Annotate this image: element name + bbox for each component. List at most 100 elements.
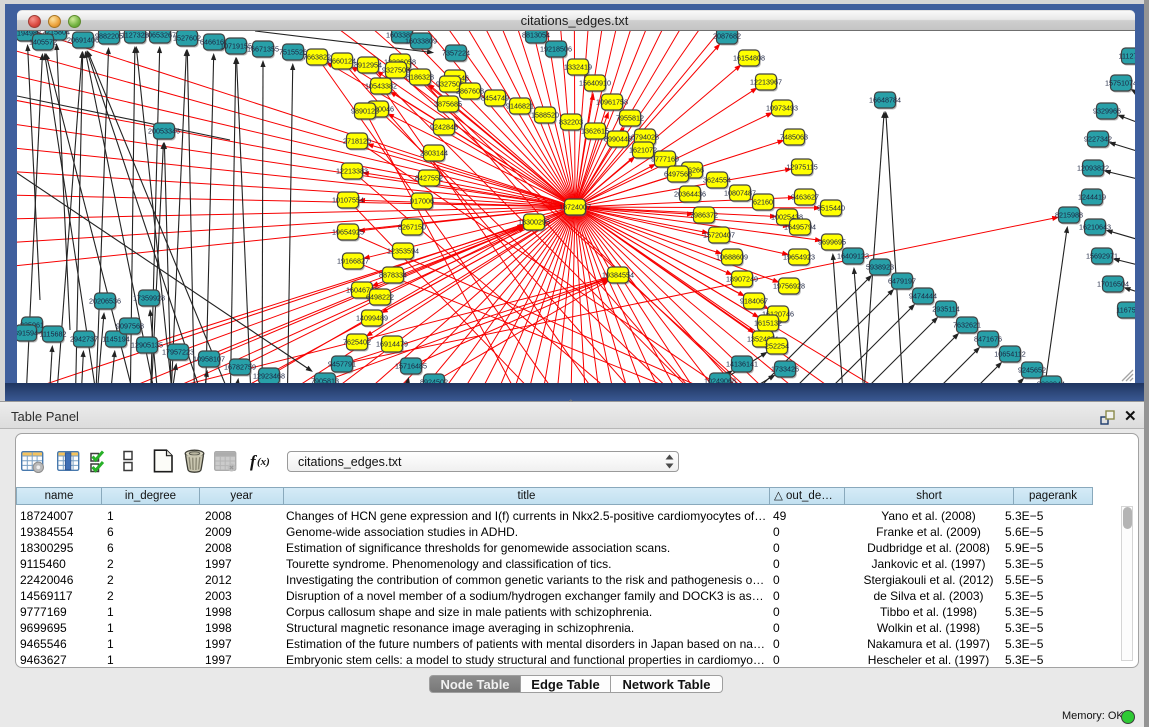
svg-text:16671355: 16671355 [247, 45, 279, 54]
svg-text:1588520: 1588520 [531, 111, 559, 120]
svg-text:20053346: 20053346 [148, 127, 180, 136]
svg-text:12975115: 12975115 [786, 163, 817, 172]
svg-text:7625402: 7625402 [343, 338, 371, 347]
svg-text:1527602: 1527602 [173, 34, 201, 43]
svg-text:8186328: 8186328 [406, 73, 434, 82]
svg-text:9463627: 9463627 [791, 193, 819, 202]
svg-text:9890123: 9890123 [351, 107, 379, 116]
svg-text:20364436: 20364436 [674, 190, 706, 199]
svg-text:6497568: 6497568 [664, 170, 692, 179]
svg-text:19218506: 19218506 [540, 45, 572, 54]
svg-text:2935114: 2935114 [932, 305, 959, 314]
svg-text:17016504: 17016504 [1097, 280, 1129, 289]
svg-text:6498222: 6498222 [366, 293, 394, 302]
svg-text:10653267: 10653267 [144, 31, 176, 40]
svg-text:8878334: 8878334 [379, 271, 407, 280]
svg-text:10654112: 10654112 [994, 350, 1025, 359]
svg-text:9184067: 9184067 [740, 297, 768, 306]
svg-text:1145194: 1145194 [102, 335, 129, 344]
svg-text:10249068: 10249068 [704, 377, 736, 383]
svg-text:2718120: 2718120 [343, 137, 371, 146]
svg-text:1112773: 1112773 [1119, 52, 1135, 61]
svg-text:1405572: 1405572 [29, 38, 57, 47]
svg-text:10543382: 10543382 [365, 82, 397, 91]
svg-text:8215988: 8215988 [1055, 211, 1083, 220]
svg-text:7357224: 7357224 [442, 49, 470, 58]
svg-text:9245652: 9245652 [1018, 366, 1046, 375]
svg-text:10807487: 10807487 [724, 189, 756, 198]
svg-text:1621072: 1621072 [629, 146, 657, 155]
svg-text:3624554: 3624554 [703, 176, 731, 185]
svg-text:9802944: 9802944 [1037, 380, 1065, 383]
svg-text:16782759: 16782759 [224, 363, 256, 372]
svg-text:15692971: 15692971 [1086, 252, 1118, 261]
svg-text:18300295: 18300295 [518, 218, 550, 227]
svg-text:14136141: 14136141 [726, 360, 758, 369]
svg-text:15751074: 15751074 [1105, 79, 1135, 88]
svg-text:1332419: 1332419 [564, 63, 592, 72]
svg-text:8924502: 8924502 [420, 378, 448, 383]
svg-text:19654923: 19654923 [783, 253, 815, 262]
svg-text:1733426: 1733426 [771, 365, 799, 374]
svg-text:9457791: 9457791 [328, 360, 356, 369]
svg-text:16914479: 16914479 [376, 340, 408, 349]
svg-text:6479197: 6479197 [888, 277, 916, 286]
svg-text:14099489: 14099489 [356, 314, 388, 323]
svg-text:15716485: 15716485 [395, 362, 427, 371]
svg-text:16210643: 16210643 [1079, 223, 1111, 232]
svg-text:252254: 252254 [765, 342, 789, 351]
svg-text:16409123: 16409123 [837, 252, 869, 261]
svg-text:9474444: 9474444 [909, 292, 937, 301]
svg-text:9777169: 9777169 [651, 155, 679, 164]
svg-text:1615132: 1615132 [754, 319, 782, 328]
svg-text:7663822: 7663822 [303, 53, 331, 62]
svg-text:5938923: 5938923 [866, 263, 894, 272]
svg-text:18907249: 18907249 [726, 275, 758, 284]
svg-text:3875685: 3875685 [434, 100, 462, 109]
svg-text:16033809: 16033809 [405, 37, 437, 46]
svg-text:10961758: 10961758 [596, 98, 628, 107]
svg-text:12923468: 12923468 [253, 372, 285, 381]
svg-text:9329966: 9329966 [1093, 107, 1121, 116]
svg-text:917006: 917006 [410, 197, 434, 206]
svg-text:7986372: 7986372 [690, 211, 718, 220]
svg-text:2942737: 2942737 [70, 335, 98, 344]
svg-text:17359928: 17359928 [133, 294, 165, 303]
svg-text:9882205: 9882205 [95, 32, 123, 41]
svg-text:2867608: 2867608 [456, 87, 484, 96]
svg-text:10958107: 10958107 [193, 355, 225, 364]
svg-text:7905813: 7905813 [311, 377, 339, 383]
svg-text:9227342: 9227342 [1084, 135, 1112, 144]
svg-text:116753: 116753 [1116, 306, 1135, 315]
svg-text:16495794: 16495794 [784, 223, 816, 232]
svg-text:15640910: 15640910 [579, 79, 611, 88]
svg-text:19654925: 19654925 [332, 228, 364, 237]
svg-text:7632621: 7632621 [953, 321, 981, 330]
svg-text:10973493: 10973493 [766, 104, 798, 113]
svg-text:15720407: 15720407 [703, 231, 735, 240]
svg-text:12353594: 12353594 [387, 247, 419, 256]
svg-text:9699695: 9699695 [818, 238, 846, 247]
svg-text:8912954: 8912954 [354, 61, 382, 70]
svg-text:2087682: 2087682 [713, 32, 741, 41]
svg-text:8990448: 8990448 [604, 135, 632, 144]
svg-text:6794028: 6794028 [631, 133, 659, 142]
svg-text:391594: 391594 [17, 329, 38, 338]
svg-text:832203: 832203 [559, 118, 583, 127]
svg-text:19384554: 19384554 [602, 271, 634, 280]
svg-text:7955812: 7955812 [616, 114, 644, 123]
svg-text:9097568: 9097568 [116, 322, 144, 331]
svg-text:7485063: 7485063 [780, 133, 808, 142]
svg-text:19756928: 19756928 [773, 282, 805, 291]
svg-text:10107554: 10107554 [332, 196, 364, 205]
svg-text:20206536: 20206536 [89, 297, 121, 306]
svg-text:10688609: 10688609 [716, 253, 748, 262]
svg-text:8267150: 8267150 [398, 223, 426, 232]
svg-text:(x): (x) [257, 456, 270, 468]
svg-text:8427552: 8427552 [415, 174, 443, 183]
svg-text:12093822: 12093822 [1077, 164, 1109, 173]
svg-text:9515440: 9515440 [817, 204, 845, 213]
svg-text:2803144: 2803144 [420, 149, 448, 158]
svg-text:9242848: 9242848 [430, 123, 458, 132]
svg-text:1115682: 1115682 [40, 330, 67, 339]
